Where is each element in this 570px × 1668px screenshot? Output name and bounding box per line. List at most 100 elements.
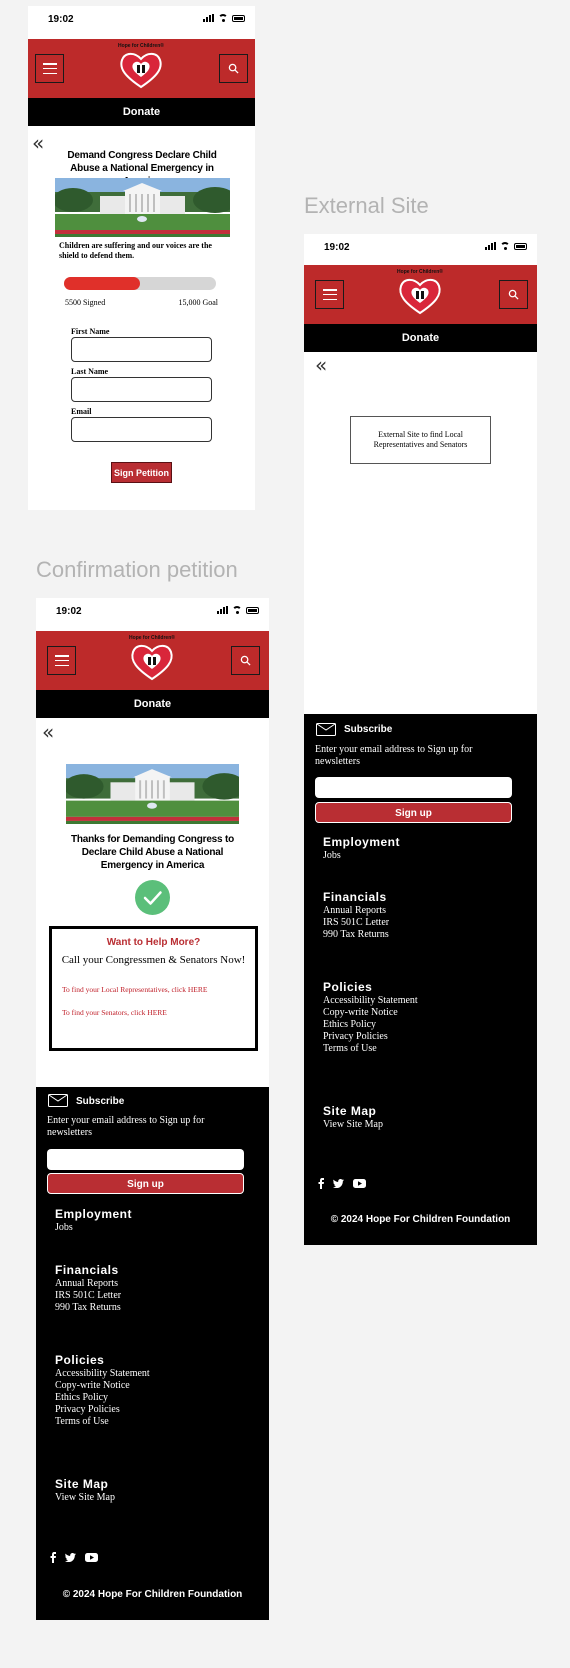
logo[interactable]: Hope for Children®: [395, 269, 445, 319]
search-icon: [240, 655, 251, 666]
footer-link[interactable]: Accessibility Statement: [55, 1368, 150, 1380]
donate-button[interactable]: Donate: [28, 98, 255, 126]
heart-logo-icon: [131, 644, 173, 681]
footer-link[interactable]: Ethics Policy: [55, 1392, 108, 1404]
footer-link[interactable]: Privacy Policies: [323, 1031, 388, 1043]
footer-link[interactable]: Jobs: [55, 1222, 73, 1234]
signup-button[interactable]: Sign up: [47, 1173, 244, 1194]
footer-link[interactable]: IRS 501C Letter: [323, 917, 389, 929]
footer-link[interactable]: Annual Reports: [323, 905, 386, 917]
hamburger-menu-icon: [54, 655, 69, 666]
financials-title: Financials: [323, 890, 387, 904]
battery-icon: [232, 14, 245, 22]
subscribe-email-input[interactable]: [47, 1149, 244, 1170]
logo-text: Hope for Children®: [397, 269, 443, 275]
footer-link[interactable]: View Site Map: [55, 1492, 115, 1504]
twitter-icon[interactable]: [333, 1179, 344, 1188]
help-more-box: Want to Help More? Call your Congressmen…: [49, 926, 258, 1051]
footer-link[interactable]: Copy-write Notice: [323, 1007, 398, 1019]
subscribe-title: Subscribe: [76, 1096, 125, 1107]
policies-title: Policies: [55, 1353, 105, 1367]
status-bar: 19:02: [28, 6, 255, 42]
header-bar: Hope for Children®: [36, 631, 269, 690]
last-name-label: Last Name: [71, 367, 109, 376]
youtube-icon[interactable]: [85, 1553, 98, 1562]
envelope-icon: [48, 1094, 68, 1107]
footer-link[interactable]: Ethics Policy: [323, 1019, 376, 1031]
double-chevron-left-icon[interactable]: «: [32, 133, 44, 153]
double-chevron-left-icon[interactable]: «: [42, 722, 54, 742]
find-representatives-link[interactable]: To find your Local Representatives, clic…: [62, 985, 207, 994]
section-title-confirmation: Confirmation petition: [36, 557, 238, 582]
wifi-icon: [500, 242, 510, 250]
logo-text: Hope for Children®: [118, 43, 164, 49]
heart-logo-icon: [120, 52, 162, 89]
confirmation-screen: 19:02 Hope for Children® Donate « Thanks…: [36, 598, 269, 1620]
footer-link[interactable]: 990 Tax Returns: [55, 1302, 121, 1314]
first-name-field[interactable]: [71, 337, 212, 362]
status-time: 19:02: [324, 242, 350, 253]
petition-description: Children are suffering and our voices ar…: [59, 241, 212, 260]
footer-link[interactable]: Annual Reports: [55, 1278, 118, 1290]
footer-link[interactable]: Terms of Use: [323, 1043, 377, 1055]
search-button[interactable]: [219, 54, 248, 83]
double-chevron-left-icon[interactable]: «: [315, 355, 327, 375]
footer: Subscribe Enter your email address to Si…: [36, 1087, 269, 1620]
facebook-icon[interactable]: [50, 1552, 56, 1563]
envelope-icon: [316, 723, 336, 736]
signed-count: 5500 Signed: [65, 298, 106, 307]
signal-icon: [203, 14, 214, 22]
footer-link[interactable]: Copy-write Notice: [55, 1380, 130, 1392]
financials-title: Financials: [55, 1263, 119, 1277]
first-name-label: First Name: [71, 327, 110, 336]
header-bar: Hope for Children®: [28, 39, 255, 98]
logo-text: Hope for Children®: [129, 635, 175, 641]
signup-button[interactable]: Sign up: [315, 802, 512, 823]
external-site-text: External Site to find Local Representati…: [373, 430, 468, 449]
search-icon: [508, 289, 519, 300]
sign-petition-button[interactable]: Sign Petition: [111, 462, 172, 483]
youtube-icon[interactable]: [353, 1179, 366, 1188]
goal-count: 15,000 Goal: [178, 298, 218, 307]
footer-link[interactable]: Jobs: [323, 850, 341, 862]
external-site-screen: 19:02 Hope for Children® Donate « Extern…: [304, 234, 537, 1245]
header-bar: Hope for Children®: [304, 265, 537, 324]
email-field[interactable]: [71, 417, 212, 442]
copyright: © 2024 Hope For Children Foundation: [330, 1214, 511, 1225]
logo[interactable]: Hope for Children®: [116, 43, 166, 93]
search-button[interactable]: [231, 646, 260, 675]
footer-link[interactable]: Accessibility Statement: [323, 995, 418, 1007]
external-site-box[interactable]: External Site to find Local Representati…: [350, 416, 491, 464]
hamburger-menu-icon: [42, 63, 57, 74]
search-button[interactable]: [499, 280, 528, 309]
twitter-icon[interactable]: [65, 1553, 76, 1562]
footer-link[interactable]: Terms of Use: [55, 1416, 109, 1428]
menu-button[interactable]: [47, 646, 76, 675]
battery-icon: [514, 242, 527, 250]
footer-link[interactable]: View Site Map: [323, 1119, 383, 1131]
status-time: 19:02: [56, 606, 82, 617]
hamburger-menu-icon: [322, 289, 337, 300]
menu-button[interactable]: [35, 54, 64, 83]
subscribe-text: Enter your email address to Sign up for …: [47, 1115, 205, 1138]
progress-fill: [64, 277, 140, 290]
email-label: Email: [71, 407, 92, 416]
subscribe-text: Enter your email address to Sign up for …: [315, 744, 473, 767]
help-subtitle: Call your Congressmen & Senators Now!: [61, 954, 246, 966]
donate-button[interactable]: Donate: [304, 324, 537, 352]
footer-link[interactable]: IRS 501C Letter: [55, 1290, 121, 1302]
employment-title: Employment: [55, 1207, 133, 1221]
menu-button[interactable]: [315, 280, 344, 309]
last-name-field[interactable]: [71, 377, 212, 402]
footer-link[interactable]: Privacy Policies: [55, 1404, 120, 1416]
find-senators-link[interactable]: To find your Senators, click HERE: [62, 1008, 167, 1017]
footer-link[interactable]: 990 Tax Returns: [323, 929, 389, 941]
search-icon: [228, 63, 239, 74]
logo[interactable]: Hope for Children®: [127, 635, 177, 685]
donate-button[interactable]: Donate: [36, 690, 269, 718]
subscribe-email-input[interactable]: [315, 777, 512, 798]
facebook-icon[interactable]: [318, 1178, 324, 1189]
status-icons: [217, 606, 259, 614]
signal-icon: [217, 606, 228, 614]
social-icons: [318, 1178, 366, 1189]
